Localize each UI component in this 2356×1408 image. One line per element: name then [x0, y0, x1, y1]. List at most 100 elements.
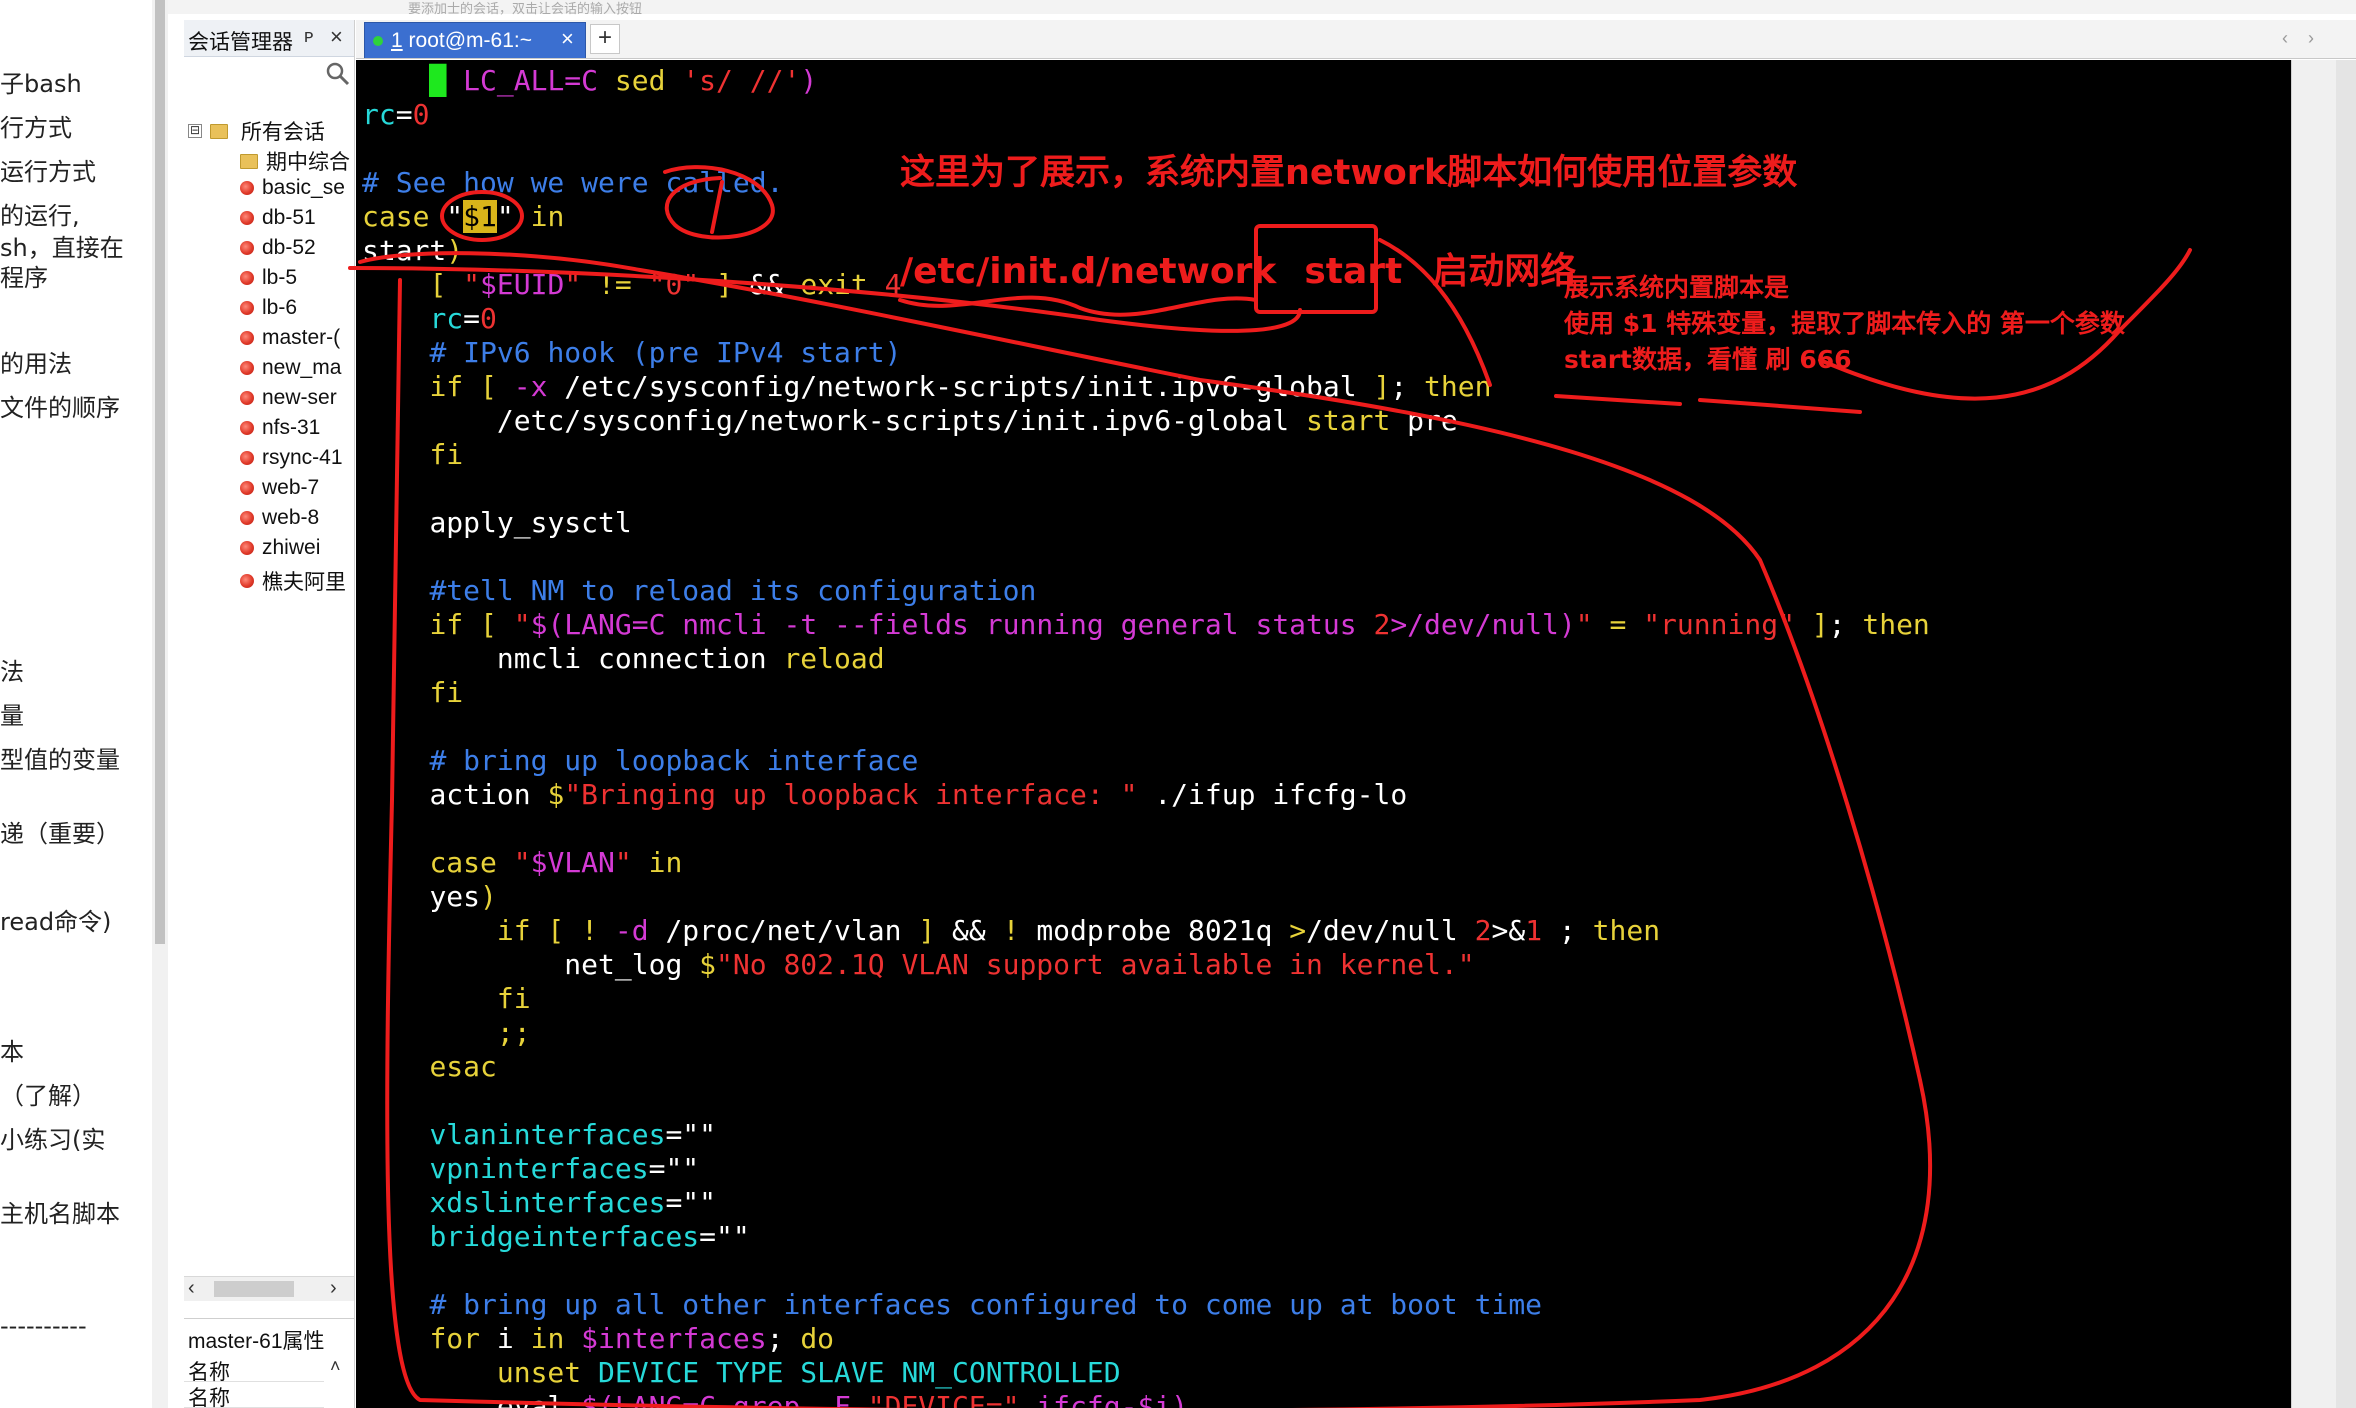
tab-next-icon[interactable]: › [2308, 28, 2314, 49]
properties-row[interactable]: 名称 [184, 1382, 324, 1408]
terminal-line: case "$1" in [362, 200, 564, 234]
session-item[interactable]: web-8 [240, 506, 319, 536]
terminal-token: then [1424, 370, 1492, 403]
tree-root-all-sessions[interactable]: ⊟ 所有会话 [188, 116, 325, 146]
session-item[interactable]: 樵夫阿里 [240, 566, 346, 596]
terminal-line: if [ -x /etc/sysconfig/network-scripts/i… [362, 370, 1491, 404]
note-line: 子bash [0, 70, 82, 98]
terminal-line: for i in $interfaces; do [362, 1322, 834, 1356]
folder-icon [210, 123, 229, 139]
session-item[interactable]: basic_se [240, 176, 345, 206]
terminal-line: xdslinterfaces="" [362, 1186, 716, 1220]
properties-row[interactable]: 名称 [184, 1356, 324, 1384]
terminal-token: case [362, 200, 430, 233]
terminal-token: sed [614, 64, 683, 97]
terminal-token: xdslinterfaces [429, 1186, 666, 1219]
session-icon [240, 511, 254, 525]
terminal-indent [362, 914, 497, 947]
terminal-line: vlaninterfaces="" [362, 1118, 716, 1152]
session-manager-panel: 会话管理器 ᴘ × ⊟ 所有会话 期中综合 basic_se db-51 db-52 l… [184, 20, 355, 1408]
terminal-indent [362, 676, 429, 709]
terminal-indent [362, 642, 497, 675]
terminal-token: 2 [1474, 914, 1492, 947]
session-icon [240, 211, 254, 225]
terminal-token: /etc/sysconfig/network-scripts/init.ipv6… [496, 404, 1307, 437]
session-item-label: 期中综合 [266, 151, 350, 174]
search-icon[interactable] [324, 60, 352, 88]
session-item-label: db-51 [262, 206, 316, 229]
note-line: 本 [0, 1038, 24, 1066]
note-line: 小练习(实 [0, 1126, 106, 1154]
terminal-scrollbar[interactable] [2336, 60, 2356, 1408]
close-icon[interactable]: × [330, 24, 343, 50]
scroll-right-icon[interactable]: › [330, 1277, 337, 1300]
terminal-line: /etc/sysconfig/network-scripts/init.ipv6… [362, 404, 1458, 438]
session-item[interactable]: zhiwei [240, 536, 320, 566]
session-item[interactable]: rsync-41 [240, 446, 343, 476]
terminal-token: if [496, 914, 531, 947]
properties-header: master-61属性 [184, 1318, 354, 1355]
terminal-token: start [362, 234, 447, 267]
notes-scrollbar-thumb[interactable] [155, 0, 165, 944]
terminal-token: case [429, 846, 497, 879]
terminal-token: $1 [463, 200, 497, 233]
terminal-token: ="" [665, 1186, 717, 1219]
pin-icon[interactable]: ᴘ [304, 26, 313, 47]
terminal-token: # bring up loopback interface [429, 744, 919, 777]
session-item[interactable]: master-( [240, 326, 340, 356]
session-item-label: lb-5 [262, 266, 298, 289]
terminal-indent [362, 506, 429, 539]
horizontal-scrollbar[interactable]: ‹ › [184, 1276, 354, 1301]
cursor-icon: █ [429, 64, 447, 97]
terminal-token: ="" [699, 1220, 750, 1253]
terminal-token: > [1289, 914, 1307, 947]
terminal-indent [362, 1118, 429, 1151]
session-item-label: web-8 [262, 506, 320, 529]
terminal-token: -x [513, 370, 548, 403]
terminal-line: net_log $"No 802.1Q VLAN support availab… [362, 948, 1474, 982]
annotation-note-line-3: start数据，看懂 刷 666 [1564, 345, 1852, 374]
terminal-indent [362, 608, 429, 641]
session-item[interactable]: db-51 [240, 206, 316, 236]
scroll-up-icon[interactable]: ˄ [330, 1356, 341, 1377]
session-item[interactable]: lb-6 [240, 296, 297, 326]
terminal-line: bridgeinterfaces="" [362, 1220, 750, 1254]
session-icon [240, 241, 254, 255]
session-item[interactable]: new_ma [240, 356, 341, 386]
terminal-indent [362, 1050, 429, 1083]
terminal-token: in [530, 1322, 565, 1355]
connection-status-icon [373, 36, 383, 46]
terminal-token: = [463, 302, 481, 335]
collapse-icon[interactable]: ⊟ [188, 124, 202, 138]
session-item[interactable]: lb-5 [240, 266, 297, 296]
terminal-line: # bring up loopback interface [362, 744, 918, 778]
terminal-token: # bring up all other interfaces configur… [429, 1288, 1543, 1321]
new-tab-button[interactable]: + [590, 24, 620, 54]
session-icon [240, 541, 254, 555]
terminal-line: # bring up all other interfaces configur… [362, 1288, 1542, 1322]
tab-prev-icon[interactable]: ‹ [2282, 28, 2288, 49]
terminal-token: [ [530, 914, 582, 947]
terminal-indent [362, 982, 497, 1015]
session-item[interactable]: new-ser [240, 386, 337, 416]
session-item[interactable]: 期中综合 [240, 146, 350, 176]
notes-panel: 子bash 行方式 运行方式 的运行, sh，直接在 程序 的用法 文件的顺序法量型值的变量递… [0, 0, 168, 1408]
terminal-token: $interfaces [581, 1322, 767, 1355]
session-icon [240, 451, 254, 465]
terminal-indent [362, 268, 429, 301]
session-item[interactable]: db-52 [240, 236, 316, 266]
terminal-token: $EUID [480, 268, 565, 301]
session-item-label: 樵夫阿里 [262, 571, 346, 594]
session-item[interactable]: web-7 [240, 476, 319, 506]
terminal-token: ifcfg-$i) [1019, 1390, 1189, 1408]
terminal-line: if [ "$(LANG=C nmcli -t --fields running… [362, 608, 1929, 642]
scrollbar-thumb[interactable] [214, 1281, 294, 1297]
terminal-token: 0 [412, 98, 430, 131]
session-item[interactable]: nfs-31 [240, 416, 320, 446]
tab-close-icon[interactable]: × [561, 26, 574, 52]
scroll-left-icon[interactable]: ‹ [188, 1277, 195, 1300]
terminal-token: $ [699, 948, 717, 981]
terminal-indent [362, 370, 429, 403]
tab-root-m-61[interactable]: 1 root@m-61:~ × [364, 22, 586, 58]
